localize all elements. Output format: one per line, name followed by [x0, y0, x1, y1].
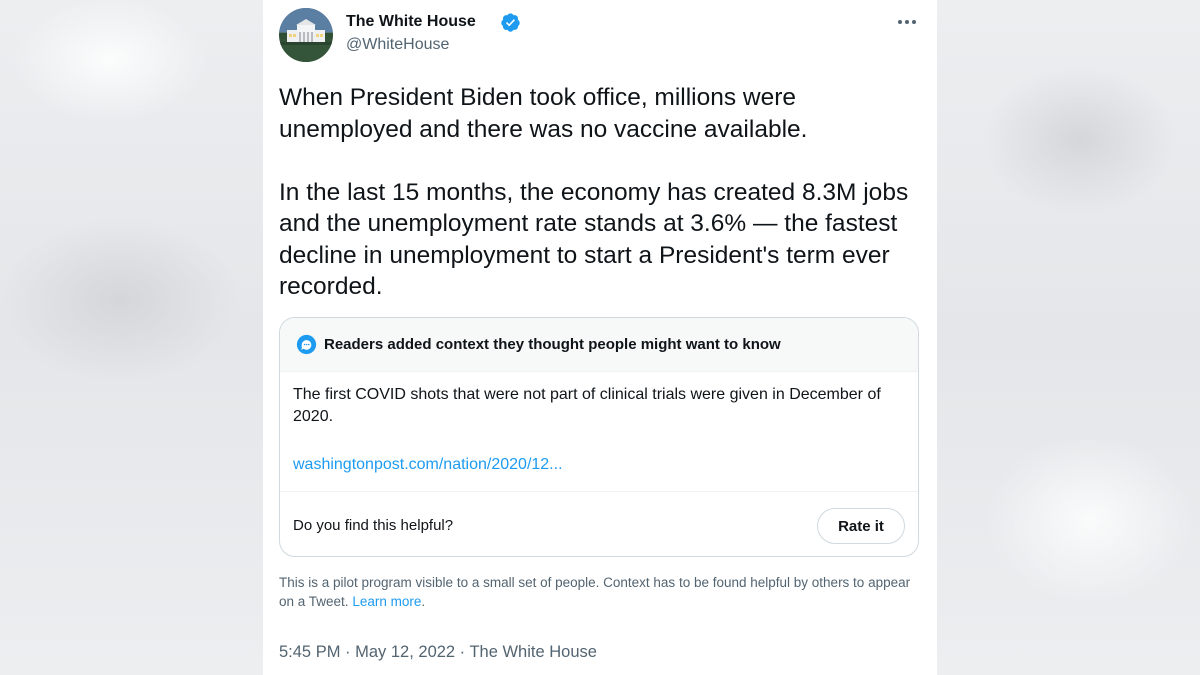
verified-badge-icon	[501, 13, 520, 32]
account-handle[interactable]: @WhiteHouse	[346, 36, 449, 54]
tweet-timestamp[interactable]: 5:45 PM · May 12, 2022 · The White House	[279, 643, 597, 662]
pilot-program-notice: This is a pilot program visible to a sma…	[279, 573, 919, 611]
divider	[280, 491, 918, 492]
profile-avatar[interactable]	[279, 8, 333, 62]
community-note: Readers added context they thought peopl…	[279, 317, 919, 557]
learn-more-link[interactable]: Learn more	[352, 594, 421, 609]
helpful-question: Do you find this helpful?	[293, 517, 454, 534]
pilot-notice-period: .	[421, 594, 426, 609]
community-note-body: The first COVID shots that were not part…	[293, 386, 881, 425]
community-note-header: Readers added context they thought peopl…	[280, 318, 918, 372]
more-horizontal-icon[interactable]	[895, 12, 919, 32]
account-name[interactable]: The White House	[346, 13, 476, 31]
tweet-card: The White House @WhiteHouse When Preside…	[263, 0, 937, 675]
tweet-header: The White House @WhiteHouse	[279, 8, 919, 64]
community-notes-icon	[296, 334, 317, 355]
community-note-source-link[interactable]: washingtonpost.com/nation/2020/12...	[293, 456, 563, 474]
rate-it-button[interactable]: Rate it	[817, 508, 905, 544]
tweet-text: When President Biden took office, millio…	[279, 84, 909, 300]
community-note-title: Readers added context they thought peopl…	[324, 336, 781, 353]
white-house-avatar-image	[279, 8, 333, 62]
